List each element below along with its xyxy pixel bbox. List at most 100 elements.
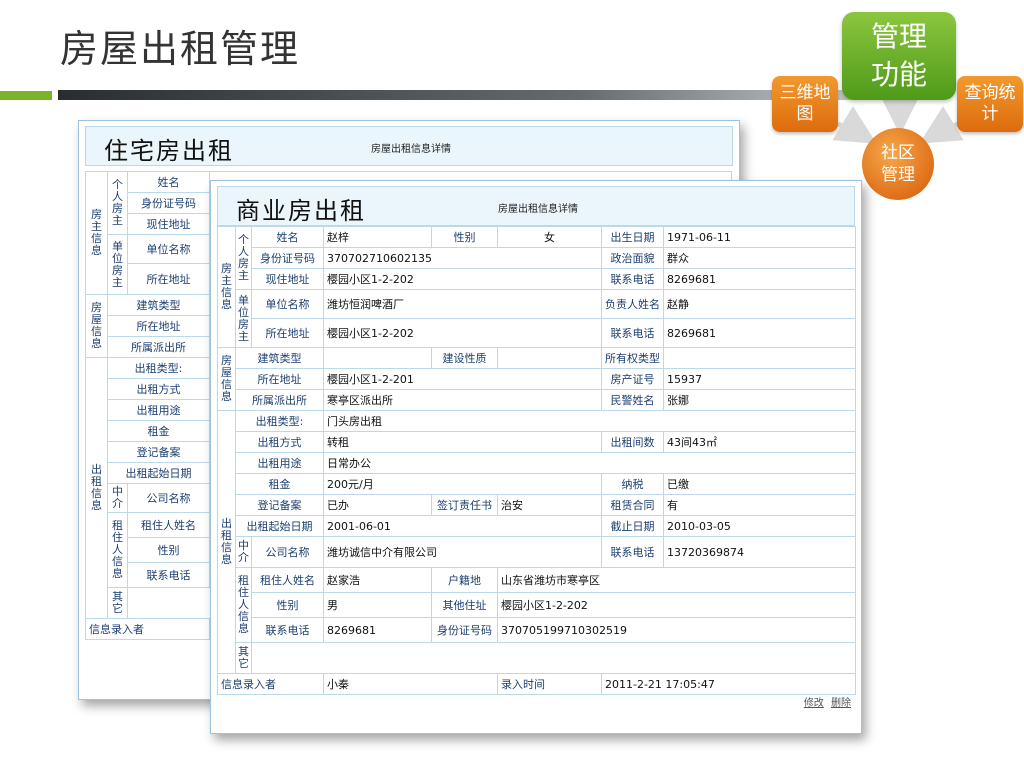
- house-address-value: 樱园小区1-2-201: [323, 368, 602, 390]
- field-label: 所在地址: [235, 368, 324, 390]
- row-group-label: 出 租 信 息: [217, 410, 236, 674]
- unit-address-value: 樱园小区1-2-202: [323, 318, 602, 348]
- slide-title: 房屋出租管理: [60, 27, 301, 71]
- field-label: 其他住址: [431, 592, 498, 618]
- security-signer-value: 治安: [497, 494, 602, 516]
- row-group-label: 租 住 人 信 息: [235, 567, 252, 643]
- field-label: 登记备案: [107, 441, 210, 463]
- row-group-label: 房 屋 信 息: [85, 294, 108, 358]
- unit-phone-value: 8269681: [663, 318, 856, 348]
- rental-rooms-value: 43间43㎡: [663, 431, 856, 453]
- start-date-value: 2001-06-01: [323, 515, 602, 537]
- management-functions-button[interactable]: 管理 功能: [842, 12, 956, 100]
- record-actions: 修改 删除: [800, 694, 851, 709]
- lease-contract-value: 有: [663, 494, 856, 516]
- field-label: 身份证号码: [127, 192, 210, 214]
- owner-phone-value: 8269681: [663, 268, 856, 290]
- field-label: 出租间数: [601, 431, 664, 453]
- field-label: 信息录入者: [217, 673, 324, 695]
- field-label: 负责人姓名: [601, 289, 664, 319]
- field-label: 出租用途: [107, 399, 210, 421]
- field-label: 建筑类型: [107, 294, 210, 316]
- field-label: 所属派出所: [107, 336, 210, 358]
- field-label: 出租类型:: [235, 410, 324, 432]
- row-group-label: 房 屋 信 息: [217, 347, 236, 411]
- 3d-map-button[interactable]: 三维地 图: [772, 76, 838, 132]
- field-label: 建筑类型: [235, 347, 324, 369]
- edit-link[interactable]: 修改: [804, 698, 824, 709]
- row-group-label: 出 租 信 息: [85, 357, 108, 619]
- owner-birth-value: 1971-06-11: [663, 226, 856, 248]
- field-label: 身份证号码: [431, 617, 498, 643]
- tenant-name-value: 赵家浩: [323, 567, 432, 593]
- unit-name-value: 潍坊恒润啤酒厂: [323, 289, 602, 319]
- tenant-phone-value: 8269681: [323, 617, 432, 643]
- card-header: 商业房出租 房屋出租信息详情: [217, 186, 855, 226]
- field-label: 身份证号码: [251, 247, 324, 269]
- delete-link[interactable]: 删除: [831, 698, 851, 709]
- field-label: 公司名称: [127, 483, 210, 513]
- field-label: 出租方式: [235, 431, 324, 453]
- field-label: 现住地址: [251, 268, 324, 290]
- card-title: 商业房出租: [236, 197, 366, 225]
- other-value: [251, 642, 856, 674]
- field-label: 性别: [251, 592, 324, 618]
- row-group-label: 单 位 房 主: [235, 289, 252, 348]
- police-name-value: 张娜: [663, 389, 856, 411]
- row-group-label: 其 它: [235, 642, 252, 674]
- owner-id-value: 370702710602135: [323, 247, 602, 269]
- field-value: [663, 347, 856, 369]
- end-date-value: 2010-03-05: [663, 515, 856, 537]
- row-group-label: 个 人 房 主: [235, 226, 252, 290]
- field-label: 出租方式: [107, 378, 210, 400]
- card-subtitle: 房屋出租信息详情: [371, 144, 451, 155]
- title-accent-green: [0, 91, 52, 100]
- field-label: 联系电话: [601, 318, 664, 348]
- field-label: 单位名称: [127, 234, 210, 264]
- owner-name-value: 赵梓: [323, 226, 432, 248]
- field-label: 建设性质: [431, 347, 498, 369]
- property-cert-value: 15937: [663, 368, 856, 390]
- field-label: 性别: [431, 226, 498, 248]
- tax-value: 已缴: [663, 473, 856, 495]
- owner-gender-value: 女: [497, 226, 602, 248]
- field-label: 所在地址: [127, 263, 210, 295]
- tenant-id-value: 370705199710302519: [497, 617, 856, 643]
- registration-value: 已办: [323, 494, 432, 516]
- police-station-value: 寒亭区派出所: [323, 389, 602, 411]
- rental-use-value: 日常办公: [323, 452, 856, 474]
- field-label: 所在地址: [107, 315, 210, 337]
- field-label: 出生日期: [601, 226, 664, 248]
- rent-value: 200元/月: [323, 473, 602, 495]
- rental-type-value: 门头房出租: [323, 410, 856, 432]
- field-label: 公司名称: [251, 536, 324, 568]
- owner-address-value: 樱园小区1-2-202: [323, 268, 602, 290]
- field-label: 出租起始日期: [235, 515, 324, 537]
- field-label: 联系电话: [601, 536, 664, 568]
- field-label: 现住地址: [127, 213, 210, 235]
- field-label: 单位名称: [251, 289, 324, 319]
- card-subtitle: 房屋出租信息详情: [498, 204, 578, 215]
- company-name-value: 潍坊诚信中介有限公司: [323, 536, 602, 568]
- field-label: 联系电话: [127, 562, 210, 588]
- field-label: 出租类型:: [107, 357, 210, 379]
- community-management-button[interactable]: 社区 管理: [862, 128, 934, 200]
- row-group-label: 房 主 信 息: [85, 171, 108, 295]
- card-header: 住宅房出租 房屋出租信息详情: [85, 126, 733, 166]
- field-label: 姓名: [251, 226, 324, 248]
- commercial-rental-card: 商业房出租 房屋出租信息详情 房 主 信 息 个 人 房 主 姓名 赵梓 性别 …: [210, 180, 862, 734]
- field-label: 民警姓名: [601, 389, 664, 411]
- field-label: 纳税: [601, 473, 664, 495]
- field-value: [497, 347, 602, 369]
- field-label: 租金: [235, 473, 324, 495]
- field-label: 截止日期: [601, 515, 664, 537]
- field-label: 租住人姓名: [251, 567, 324, 593]
- company-phone-value: 13720369874: [663, 536, 856, 568]
- query-statistics-button[interactable]: 查询统 计: [957, 76, 1023, 132]
- field-label: 租住人姓名: [127, 512, 210, 538]
- field-label: 出租起始日期: [107, 462, 210, 484]
- field-label: 租赁合同: [601, 494, 664, 516]
- field-label: 签订责任书: [431, 494, 498, 516]
- title-accent-bar: [58, 90, 858, 100]
- tenant-other-address-value: 樱园小区1-2-202: [497, 592, 856, 618]
